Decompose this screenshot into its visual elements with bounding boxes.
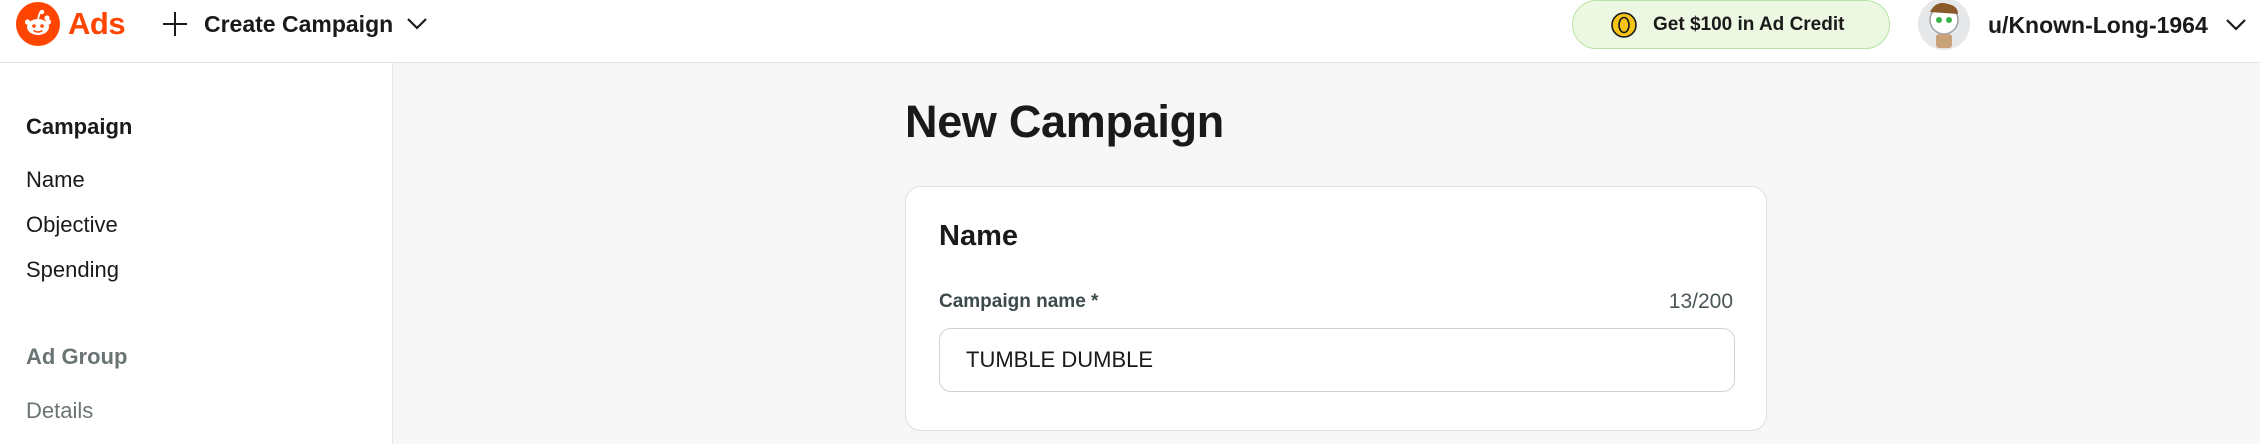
sidebar-item-details[interactable]: Details <box>26 398 93 424</box>
ad-credit-label: Get $100 in Ad Credit <box>1653 13 1845 35</box>
top-bar: Ads Create Campaign Get $100 in Ad Credi… <box>0 0 2260 63</box>
user-menu[interactable]: u/Known-Long-1964 <box>1918 0 2248 50</box>
chevron-down-icon <box>407 13 429 35</box>
create-campaign-button[interactable]: Create Campaign <box>160 4 429 44</box>
plus-icon <box>160 9 190 39</box>
avatar <box>1918 0 1970 50</box>
sidebar-item-objective[interactable]: Objective <box>26 212 118 238</box>
create-campaign-label: Create Campaign <box>204 10 394 37</box>
sidebar-item-name[interactable]: Name <box>26 167 85 193</box>
campaign-name-label: Campaign name * <box>939 291 1099 312</box>
ad-credit-button[interactable]: Get $100 in Ad Credit <box>1572 0 1890 49</box>
sidebar-item-spending[interactable]: Spending <box>26 257 119 283</box>
sidebar-section-ad-group: Ad Group <box>26 344 128 369</box>
reddit-ads-logo[interactable]: Ads <box>16 2 126 46</box>
card-title: Name <box>939 220 1018 252</box>
coin-icon <box>1611 12 1637 38</box>
campaign-name-input[interactable] <box>939 328 1735 392</box>
reddit-logo-icon <box>16 2 60 46</box>
brand-name: Ads <box>68 6 126 41</box>
name-card: Name Campaign name * 13/200 <box>905 186 1767 431</box>
sidebar-section-campaign: Campaign <box>26 114 133 139</box>
page-title: New Campaign <box>905 96 1224 147</box>
sidebar: Campaign Name Objective Spending Ad Grou… <box>0 63 393 444</box>
chevron-down-icon <box>2226 14 2248 36</box>
username: u/Known-Long-1964 <box>1988 11 2208 38</box>
character-counter: 13/200 <box>1668 290 1733 313</box>
